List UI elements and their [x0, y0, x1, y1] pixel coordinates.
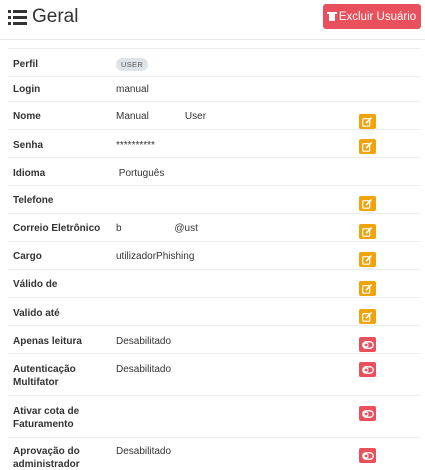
field-row-correio-eletronico: Correio Eletrônico b @ust [8, 213, 420, 241]
field-value: b @ust [116, 223, 198, 234]
field-label: Valido até [13, 308, 60, 319]
field-label: Ativar cota de Faturamento [13, 406, 80, 430]
edit-icon [362, 254, 373, 265]
title-wrap: Geral [8, 6, 78, 28]
profile-badge: USER [116, 58, 149, 71]
field-row-login: Login manual [8, 76, 420, 101]
edit-button-valido-de[interactable] [359, 281, 376, 296]
field-label: Login [13, 84, 41, 95]
field-row-cargo: Cargo utilizadorPhishing [8, 241, 420, 269]
edit-icon [362, 311, 373, 322]
edit-icon [362, 116, 373, 127]
field-value: ********** [116, 140, 155, 151]
field-value: manual [116, 84, 149, 95]
field-row-senha: Senha ********** [8, 129, 420, 157]
field-label: Correio Eletrônico [13, 223, 101, 234]
toggle-button-apenas-leitura[interactable] [359, 337, 376, 352]
field-value: utilizadorPhishing [116, 251, 195, 262]
field-row-autenticacao-multifator: Autenticação Multifator Desabilitado [8, 353, 420, 395]
edit-icon [362, 283, 373, 294]
toggle-icon [361, 340, 374, 349]
edit-button-correio-eletronico[interactable] [359, 224, 376, 239]
field-label: Cargo [13, 251, 42, 262]
field-row-nome: Nome Manual User [8, 101, 420, 129]
field-value: Desabilitado [116, 364, 172, 375]
field-row-perfil: Perfil USER [8, 48, 420, 76]
field-row-apenas-leitura: Apenas leitura Desabilitado [8, 325, 420, 353]
field-label: Perfil [13, 59, 39, 70]
list-icon [8, 8, 27, 27]
edit-icon [362, 198, 373, 209]
edit-button-valido-ate[interactable] [359, 309, 376, 324]
field-label: Telefone [13, 195, 54, 206]
edit-button-senha[interactable] [359, 139, 376, 154]
field-row-aprovacao-do-administrador: Aprovação do administrador Desabilitado [8, 437, 420, 470]
delete-user-button[interactable]: Excluir Usuário [323, 4, 421, 29]
toggle-icon [361, 409, 374, 418]
field-label: Nome [13, 111, 41, 122]
field-row-valido-ate: Valido até [8, 297, 420, 325]
edit-icon [362, 141, 373, 152]
field-row-telefone: Telefone [8, 185, 420, 213]
field-label: Apenas leitura [13, 336, 82, 347]
edit-button-cargo[interactable] [359, 252, 376, 267]
edit-icon [362, 226, 373, 237]
edit-button-telefone[interactable] [359, 196, 376, 211]
field-row-ativar-cota-de-faturamento: Ativar cota de Faturamento [8, 395, 420, 437]
field-label: Válido de [13, 279, 58, 290]
edit-button-nome[interactable] [359, 114, 376, 129]
toggle-icon [361, 451, 374, 460]
field-value: Manual User [116, 111, 207, 122]
toggle-button-ativar-cota-de-faturamento[interactable] [359, 406, 376, 421]
field-value: Desabilitado [116, 446, 172, 457]
field-label: Aprovação do administrador [13, 446, 80, 470]
toggle-icon [361, 365, 374, 374]
delete-user-label: Excluir Usuário [338, 10, 417, 23]
field-row-valido-de: Válido de [8, 269, 420, 297]
trash-icon [326, 12, 337, 21]
field-label: Autenticação Multifator [13, 364, 76, 388]
page-header: Geral Excluir Usuário [0, 0, 425, 40]
field-label: Idioma [13, 168, 46, 179]
toggle-button-aprovacao-do-administrador[interactable] [359, 448, 376, 463]
field-value: Desabilitado [116, 336, 172, 347]
field-label: Senha [13, 140, 44, 151]
page-title: Geral [32, 6, 79, 27]
field-row-idioma: Idioma Português [8, 157, 420, 185]
toggle-button-autenticacao-multifator[interactable] [359, 362, 376, 377]
field-value: Português [116, 168, 165, 179]
